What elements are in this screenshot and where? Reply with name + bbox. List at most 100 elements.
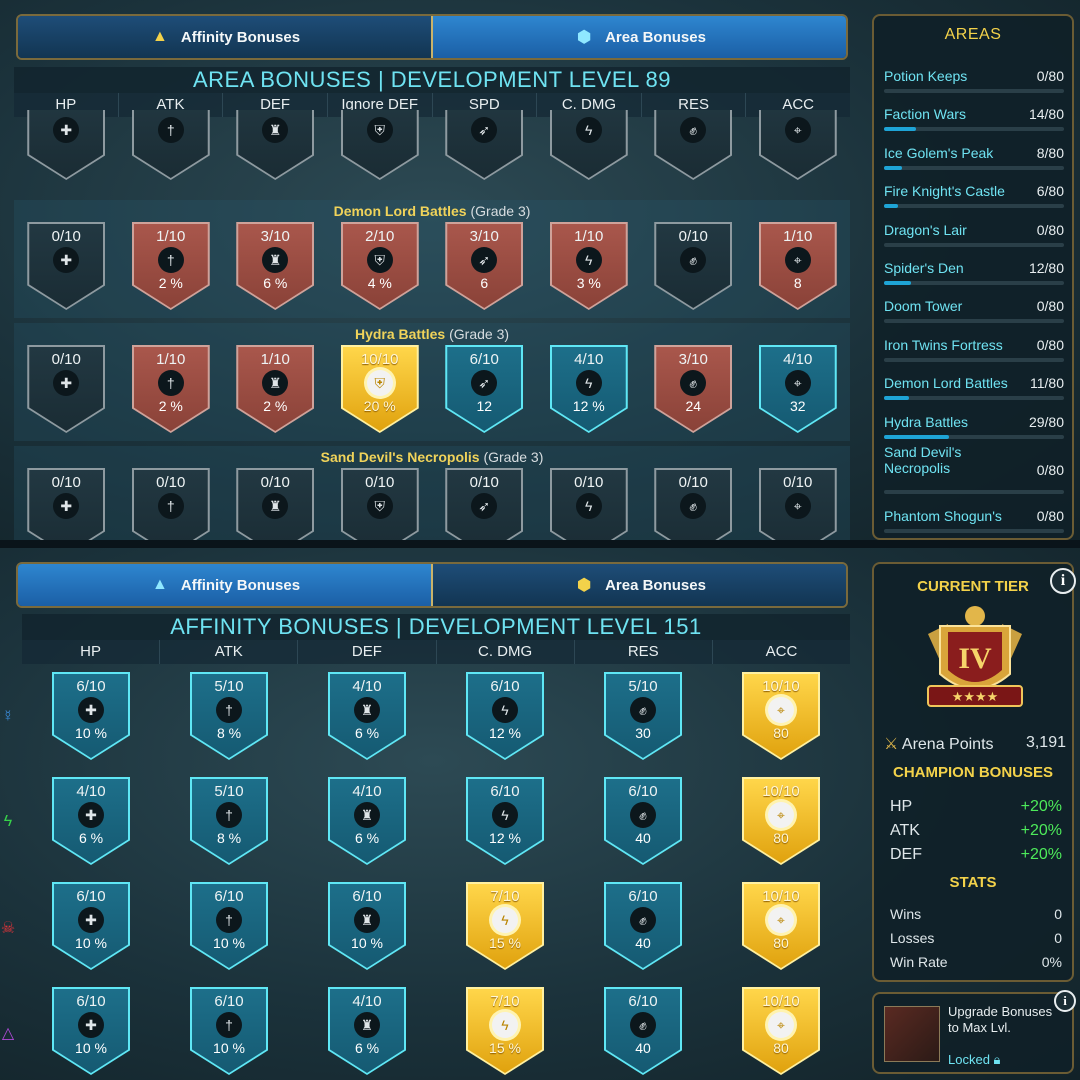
bonus-badge[interactable]: 0/10 ♜ — [236, 468, 315, 540]
badge-level: 10/10 — [762, 678, 800, 695]
badge-cell: 0/10 ✚ — [14, 345, 119, 445]
bonus-badge[interactable]: 1/10 ϟ 3 % — [549, 222, 628, 310]
area-item[interactable]: Demon Lord Battles 11/80 — [884, 367, 1064, 405]
upgrade-text: Upgrade Bonuses to Max Lvl. — [948, 1004, 1053, 1035]
bonus-badge[interactable]: 10/10 ⛨ 20 % — [340, 345, 419, 433]
bonus-badge[interactable]: 0/10 ✊︎ — [654, 468, 733, 540]
bonus-badge[interactable]: 4/10 ✚ 6 % — [52, 777, 130, 865]
bonus-badge[interactable]: 1/10 ⌖ 8 — [758, 222, 837, 310]
bonus-badge[interactable]: ⌖ — [758, 110, 837, 180]
bonus-badge[interactable]: 1/10 † 2 % — [131, 222, 210, 310]
bonus-badge[interactable]: 10/10 ⌖ 80 — [742, 777, 820, 865]
bonus-tabs: ▲ Affinity Bonuses ⬢ Area Bonuses — [16, 562, 848, 608]
bonus-badge[interactable]: 7/10 ϟ 15 % — [466, 987, 544, 1075]
area-item[interactable]: Fire Knight's Castle 6/80 — [884, 175, 1064, 213]
bonus-badge[interactable]: 0/10 ϟ — [549, 468, 628, 540]
bonus-badge[interactable]: 10/10 ⌖ 80 — [742, 672, 820, 760]
bonus-badge[interactable]: 3/10 ♜ 6 % — [236, 222, 315, 310]
bonus-badge[interactable]: 1/10 ♜ 2 % — [236, 345, 315, 433]
tab-area-bonuses[interactable]: ⬢ Area Bonuses — [431, 564, 846, 606]
bonus-badge[interactable]: 3/10 ➶ 6 — [445, 222, 524, 310]
bonus-badge[interactable]: 6/10 ✚ 10 % — [52, 672, 130, 760]
bonus-badge[interactable]: 6/10 ✊︎ 40 — [604, 882, 682, 970]
badge-level: 0/10 — [678, 474, 708, 491]
badge-cell: ⌖ — [746, 110, 851, 192]
bonus-badge[interactable]: 6/10 ➶ 12 — [445, 345, 524, 433]
bonus-badge[interactable]: 6/10 † 10 % — [190, 987, 268, 1075]
badge-level: 6/10 — [76, 888, 106, 905]
stat-label: Wins — [890, 906, 922, 922]
bonus-badge[interactable]: 10/10 ⌖ 80 — [742, 987, 820, 1075]
bonus-badge[interactable]: 0/10 ⛨ — [340, 468, 419, 540]
page-title: AFFINITY BONUSES | DEVELOPMENT LEVEL 151 — [22, 614, 850, 640]
area-progress-bar — [884, 489, 1064, 494]
area-item[interactable]: Sand Devil's Necropolis 0/80 — [884, 444, 1064, 500]
bonus-badge[interactable]: 0/10 ✚ — [27, 345, 106, 433]
area-item[interactable]: Doom Tower 0/80 — [884, 290, 1064, 328]
badge-value: 80 — [773, 1040, 789, 1056]
tab-affinity-bonuses[interactable]: ▲ Affinity Bonuses — [18, 16, 431, 58]
bonus-badge[interactable]: 4/10 ♜ 6 % — [328, 777, 406, 865]
bonus-badge[interactable]: 5/10 ✊︎ 30 — [604, 672, 682, 760]
areas-list[interactable]: Potion Keeps 0/80 Faction Wars 14/80 Ice Gol… — [884, 60, 1064, 538]
badge-cell: 3/10 ♜ 6 % — [223, 222, 328, 322]
bonus-badge[interactable]: 10/10 ⌖ 80 — [742, 882, 820, 970]
badge-value: 12 % — [489, 830, 521, 846]
bonus-badge[interactable]: 2/10 ⛨ 4 % — [340, 222, 419, 310]
bonus-badge[interactable]: ✊︎ — [654, 110, 733, 180]
bonus-badge[interactable]: 5/10 † 8 % — [190, 672, 268, 760]
bonus-badge[interactable]: 6/10 ♜ 10 % — [328, 882, 406, 970]
bonus-stat: HP — [890, 798, 913, 815]
tab-area-bonuses[interactable]: ⬢ Area Bonuses — [431, 16, 846, 58]
bonus-badge[interactable]: 0/10 † — [131, 468, 210, 540]
bonus-badge[interactable]: † — [131, 110, 210, 180]
area-item[interactable]: Ice Golem's Peak 8/80 — [884, 137, 1064, 175]
bonus-badge[interactable]: 6/10 ✚ 10 % — [52, 987, 130, 1075]
magic-affinity-icon: ☿ — [2, 708, 14, 725]
bonus-badge[interactable]: 6/10 † 10 % — [190, 882, 268, 970]
bonus-badge[interactable]: 0/10 ✚ — [27, 468, 106, 540]
bonus-badge[interactable]: 6/10 ✊︎ 40 — [604, 777, 682, 865]
bonus-badge[interactable]: 0/10 ➶ — [445, 468, 524, 540]
badge-value: 12 % — [489, 725, 521, 741]
area-item[interactable]: Dragon's Lair 0/80 — [884, 214, 1064, 252]
affinity-row: 6/10 ✚ 10 % 5/10 † 8 % 4/10 ♜ 6 % 6/10 ϟ 12 % 5/10 ✊︎… — [22, 672, 850, 772]
bonus-badge[interactable]: 3/10 ✊︎ 24 — [654, 345, 733, 433]
area-item[interactable]: Hydra Battles 29/80 — [884, 406, 1064, 444]
bonus-badge[interactable]: 4/10 ϟ 12 % — [549, 345, 628, 433]
bonus-badge[interactable]: 6/10 ✊︎ 40 — [604, 987, 682, 1075]
area-item[interactable]: Potion Keeps 0/80 — [884, 60, 1064, 98]
bonus-badge[interactable]: ϟ — [549, 110, 628, 180]
res-fist-icon: ✊︎ — [630, 802, 656, 828]
tab-affinity-bonuses[interactable]: ▲ Affinity Bonuses — [18, 564, 431, 606]
bonus-badge[interactable]: 4/10 ♜ 6 % — [328, 672, 406, 760]
area-item[interactable]: Phantom Shogun's 0/80 — [884, 500, 1064, 538]
upgrade-bonuses-panel[interactable]: Upgrade Bonuses to Max Lvl. Locked 🔒︎ i — [872, 990, 1076, 1074]
badge-value: 12 % — [572, 398, 605, 414]
info-icon[interactable]: i — [1050, 568, 1076, 594]
bonus-badge[interactable]: 6/10 ✚ 10 % — [52, 882, 130, 970]
area-item[interactable]: Spider's Den 12/80 — [884, 252, 1064, 290]
bonus-badge[interactable]: ✚ — [27, 110, 106, 180]
bonus-badge[interactable]: 6/10 ϟ 12 % — [466, 777, 544, 865]
info-icon[interactable]: i — [1054, 990, 1076, 1012]
badge-cell: 6/10 ♜ 10 % — [298, 882, 436, 982]
bonus-badge[interactable]: ♜ — [236, 110, 315, 180]
badge-cell: † — [119, 110, 224, 192]
bonus-badge[interactable]: 4/10 ⌖ 32 — [758, 345, 837, 433]
bonus-badge[interactable]: 6/10 ϟ 12 % — [466, 672, 544, 760]
bonus-badge[interactable]: 0/10 ✊︎ — [654, 222, 733, 310]
bonus-badge[interactable]: ➶ — [445, 110, 524, 180]
bonus-badge[interactable]: ⛨ — [340, 110, 419, 180]
area-count: 11/80 — [1030, 375, 1064, 392]
area-item[interactable]: Iron Twins Fortress 0/80 — [884, 329, 1064, 367]
area-count: 0/80 — [1036, 298, 1064, 315]
area-item[interactable]: Faction Wars 14/80 — [884, 98, 1064, 136]
bonus-badge[interactable]: 1/10 † 2 % — [131, 345, 210, 433]
bonus-badge[interactable]: 5/10 † 8 % — [190, 777, 268, 865]
bonus-badge[interactable]: 0/10 ✚ — [27, 222, 106, 310]
bonus-badge[interactable]: 0/10 ⌖ — [758, 468, 837, 540]
column-header: ACC — [765, 643, 798, 660]
bonus-badge[interactable]: 7/10 ϟ 15 % — [466, 882, 544, 970]
bonus-badge[interactable]: 4/10 ♜ 6 % — [328, 987, 406, 1075]
